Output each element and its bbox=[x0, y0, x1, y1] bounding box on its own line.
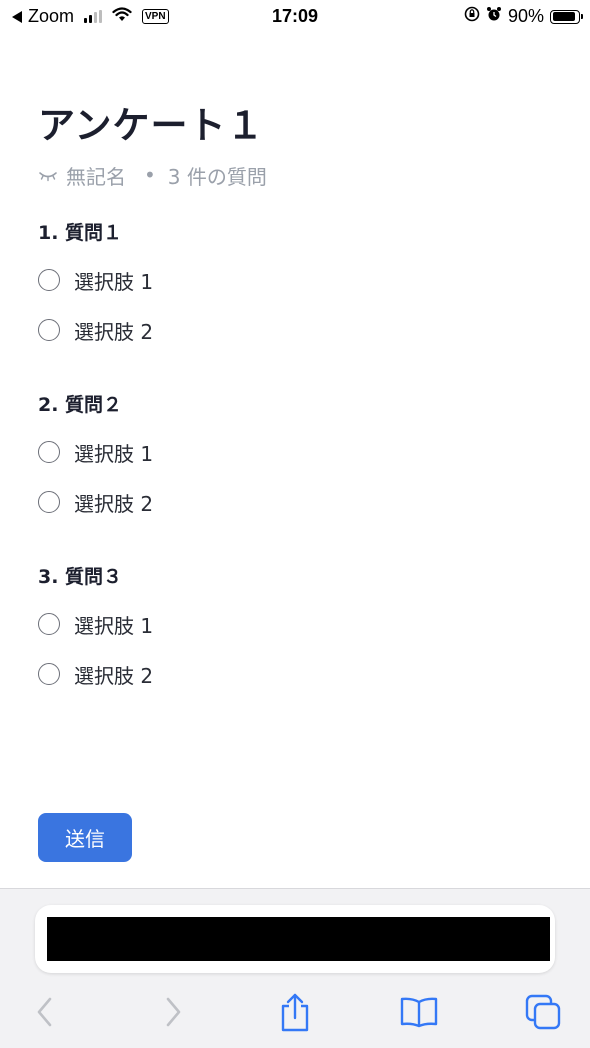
question-1-option-1[interactable]: 選択肢 1 bbox=[38, 262, 558, 298]
question-title: 3. 質問３ bbox=[38, 566, 123, 588]
tabs-button[interactable] bbox=[518, 989, 568, 1039]
option-label: 選択肢 1 bbox=[74, 441, 154, 466]
tabs-icon bbox=[524, 993, 562, 1035]
question-3: 3. 質問３ 選択肢 1 選択肢 2 bbox=[38, 562, 558, 692]
question-1: 1. 質問１ 選択肢 1 選択肢 2 bbox=[38, 218, 558, 348]
orientation-lock-icon bbox=[464, 6, 480, 27]
battery-icon bbox=[550, 9, 583, 24]
question-count: 3 件の質問 bbox=[167, 164, 267, 189]
browser-toolbar bbox=[0, 989, 590, 1039]
closed-eye-icon bbox=[38, 163, 58, 187]
option-label: 選択肢 2 bbox=[74, 319, 154, 344]
back-button[interactable] bbox=[20, 989, 70, 1039]
back-icon bbox=[34, 996, 56, 1032]
battery-percent: 90% bbox=[507, 6, 544, 26]
status-bar: Zoom VPN 17:09 90% bbox=[0, 0, 590, 34]
battery-fill bbox=[552, 12, 575, 21]
option-label: 選択肢 2 bbox=[74, 663, 154, 688]
option-label: 選択肢 1 bbox=[74, 613, 154, 638]
radio-button[interactable] bbox=[38, 663, 60, 685]
alarm-icon bbox=[486, 6, 502, 27]
share-icon bbox=[278, 992, 312, 1036]
forward-icon bbox=[162, 996, 184, 1032]
bookmarks-icon bbox=[399, 996, 439, 1032]
question-3-option-2[interactable]: 選択肢 2 bbox=[38, 656, 558, 692]
radio-button[interactable] bbox=[38, 269, 60, 291]
question-3-option-1[interactable]: 選択肢 1 bbox=[38, 606, 558, 642]
share-button[interactable] bbox=[270, 989, 320, 1039]
redacted-url bbox=[47, 917, 550, 961]
radio-button[interactable] bbox=[38, 441, 60, 463]
survey-meta: 無記名 • 3 件の質問 bbox=[38, 160, 558, 190]
address-bar[interactable] bbox=[35, 905, 555, 973]
meta-separator: • bbox=[144, 163, 156, 187]
option-label: 選択肢 1 bbox=[74, 269, 154, 294]
question-title: 1. 質問１ bbox=[38, 222, 123, 244]
submit-button[interactable]: 送信 bbox=[38, 813, 132, 862]
question-2-option-2[interactable]: 選択肢 2 bbox=[38, 484, 558, 520]
survey-form: アンケート１ 無記名 • 3 件の質問 1. 質問１ 選択肢 1 選択肢 2 2… bbox=[38, 100, 558, 706]
survey-title: アンケート１ bbox=[38, 104, 265, 147]
radio-button[interactable] bbox=[38, 319, 60, 341]
question-2: 2. 質問２ 選択肢 1 選択肢 2 bbox=[38, 390, 558, 520]
status-bar-right: 90% bbox=[464, 6, 583, 27]
option-label: 選択肢 2 bbox=[74, 491, 154, 516]
bookmarks-button[interactable] bbox=[394, 989, 444, 1039]
radio-button[interactable] bbox=[38, 491, 60, 513]
radio-button[interactable] bbox=[38, 613, 60, 635]
browser-bottom-bar bbox=[0, 888, 590, 1048]
question-title: 2. 質問２ bbox=[38, 394, 123, 416]
question-1-option-2[interactable]: 選択肢 2 bbox=[38, 312, 558, 348]
forward-button[interactable] bbox=[148, 989, 198, 1039]
question-2-option-1[interactable]: 選択肢 1 bbox=[38, 434, 558, 470]
anonymous-label: 無記名 bbox=[66, 164, 126, 189]
